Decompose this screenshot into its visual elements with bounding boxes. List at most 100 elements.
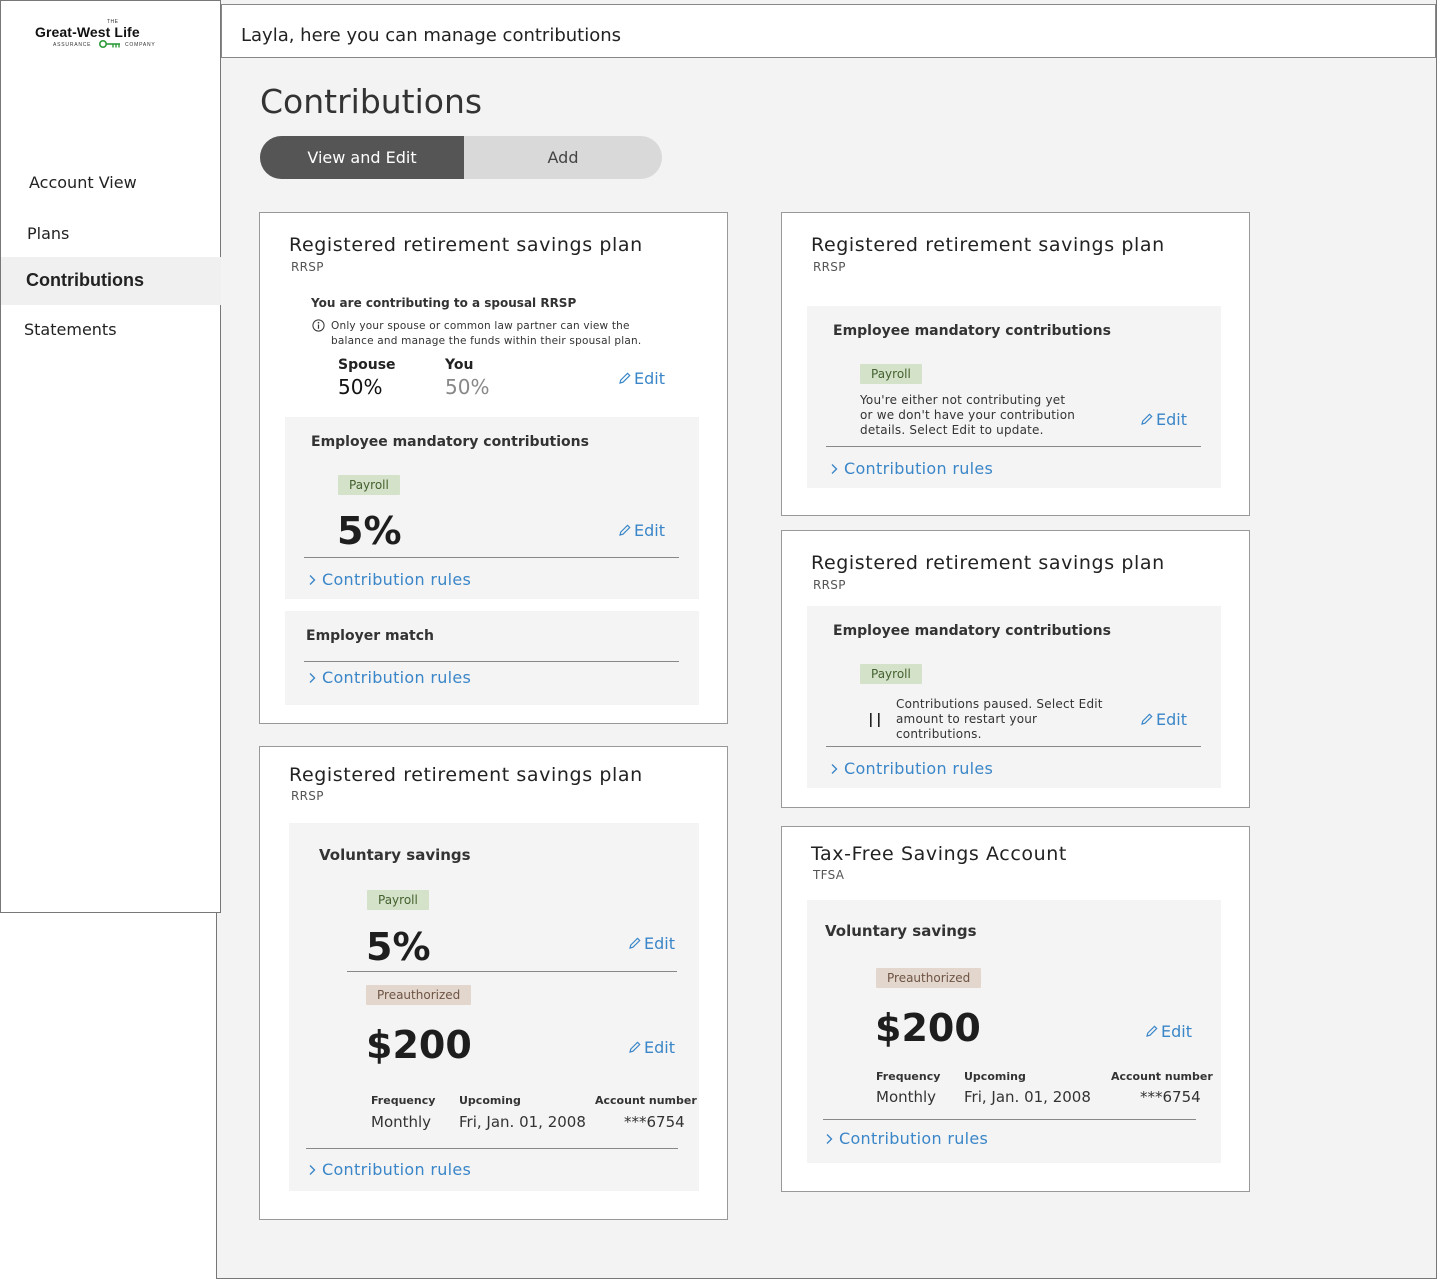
greeting-text: Layla, here you can manage contributions <box>241 25 622 46</box>
mandatory-heading: Employee mandatory contributions <box>311 434 589 450</box>
account-number-label: Account number <box>1111 1070 1213 1083</box>
pencil-icon <box>629 1041 641 1053</box>
pencil-icon <box>1146 1025 1158 1037</box>
tfsa-card: Tax-Free Savings Account TFSA Voluntary … <box>781 826 1250 1192</box>
voluntary-panel: Voluntary savings Preauthorized $200 Edi… <box>807 900 1221 1163</box>
chevron-right-icon <box>826 1134 833 1144</box>
divider <box>304 557 679 558</box>
sidebar-item-statements[interactable]: Statements <box>24 320 117 339</box>
account-number-label: Account number <box>595 1094 697 1107</box>
divider <box>826 446 1201 447</box>
edit-payroll-button[interactable]: Edit <box>628 934 675 953</box>
divider <box>823 1119 1196 1120</box>
preauthorized-value: $200 <box>366 1023 472 1067</box>
contribution-rules-link[interactable]: Contribution rules <box>830 459 993 478</box>
edit-mandatory-button[interactable]: Edit <box>1140 710 1187 729</box>
sidebar-item-account-view[interactable]: Account View <box>29 173 137 192</box>
pencil-icon <box>1141 713 1153 725</box>
account-number-value: ***6754 <box>624 1113 685 1131</box>
card-title: Registered retirement savings plan <box>811 552 1165 574</box>
chevron-right-icon <box>309 1165 316 1175</box>
pencil-icon <box>619 372 631 384</box>
sidebar-item-plans[interactable]: Plans <box>27 224 69 243</box>
voluntary-heading: Voluntary savings <box>319 846 471 864</box>
mandatory-panel: Employee mandatory contributions Payroll… <box>285 417 699 599</box>
status-note-line-1: Contributions paused. Select Edit <box>896 697 1103 711</box>
payroll-tag: Payroll <box>860 664 922 684</box>
pencil-icon <box>1141 413 1153 425</box>
status-note-line-2: or we don't have your contribution <box>860 408 1076 422</box>
rrsp-paused-card: Registered retirement savings plan RRSP … <box>781 530 1250 808</box>
card-subtitle: RRSP <box>813 260 846 274</box>
tab-add[interactable]: Add <box>464 136 662 179</box>
employer-heading: Employer match <box>306 628 434 644</box>
preauthorized-tag: Preauthorized <box>876 968 982 988</box>
divider <box>347 971 677 972</box>
main-content: Layla, here you can manage contributions… <box>216 0 1437 1279</box>
chevron-right-icon <box>309 575 316 585</box>
page-title: Contributions <box>260 82 483 121</box>
mandatory-value: 5% <box>337 509 402 553</box>
contribution-rules-link[interactable]: Contribution rules <box>830 759 993 778</box>
divider <box>304 661 679 662</box>
mandatory-heading: Employee mandatory contributions <box>833 623 1111 639</box>
edit-mandatory-button[interactable]: Edit <box>1140 410 1187 429</box>
status-note-line-3: contributions. <box>896 727 982 741</box>
card-title: Registered retirement savings plan <box>289 764 643 786</box>
frequency-value: Monthly <box>876 1088 937 1106</box>
key-icon <box>99 40 120 48</box>
account-number-value: ***6754 <box>1140 1088 1201 1106</box>
you-value: 50% <box>445 375 490 399</box>
header-bar: Layla, here you can manage contributions <box>221 4 1436 58</box>
mandatory-panel: Employee mandatory contributions Payroll… <box>807 306 1221 488</box>
card-title: Registered retirement savings plan <box>811 234 1165 256</box>
sidebar-item-label: Contributions <box>26 270 144 290</box>
sidebar-item-contributions[interactable]: Contributions <box>1 257 221 305</box>
status-note-line-2: amount to restart your <box>896 712 1038 726</box>
card-subtitle: RRSP <box>813 578 846 592</box>
contribution-rules-link[interactable]: Contribution rules <box>308 1160 471 1179</box>
card-title: Registered retirement savings plan <box>289 234 643 256</box>
employer-match-panel: Employer match Contribution rules <box>285 611 699 705</box>
upcoming-value: Fri, Jan. 01, 2008 <box>964 1088 1091 1106</box>
card-title: Tax-Free Savings Account <box>811 843 1067 865</box>
divider <box>826 746 1201 747</box>
status-note-line-3: details. Select Edit to update. <box>860 423 1044 437</box>
card-subtitle: TFSA <box>813 868 845 882</box>
frequency-value: Monthly <box>371 1113 432 1131</box>
chevron-right-icon <box>831 464 838 474</box>
contribution-rules-link[interactable]: Contribution rules <box>308 570 471 589</box>
chevron-right-icon <box>309 673 316 683</box>
edit-preauthorized-button[interactable]: Edit <box>1145 1022 1192 1041</box>
rrsp-spousal-card: Registered retirement savings plan RRSP … <box>259 212 728 724</box>
sidebar: THE Great-West Life ASSURANCE COMPANY Ac… <box>0 0 221 913</box>
brand-logo[interactable]: THE Great-West Life ASSURANCE COMPANY <box>35 19 187 53</box>
edit-mandatory-button[interactable]: Edit <box>618 521 665 540</box>
mandatory-panel: Employee mandatory contributions Payroll… <box>807 606 1221 788</box>
payroll-value: 5% <box>366 925 431 969</box>
view-toggle: View and Edit Add <box>260 136 662 179</box>
logo-assurance: ASSURANCE <box>53 42 92 48</box>
contribution-rules-link[interactable]: Contribution rules <box>308 668 471 687</box>
rrsp-not-contributing-card: Registered retirement savings plan RRSP … <box>781 212 1250 516</box>
upcoming-label: Upcoming <box>459 1094 521 1107</box>
divider <box>306 1148 678 1149</box>
payroll-tag: Payroll <box>860 364 922 384</box>
pencil-icon <box>619 524 631 536</box>
tab-view-and-edit[interactable]: View and Edit <box>260 136 464 179</box>
preauthorized-value: $200 <box>875 1006 981 1050</box>
rrsp-voluntary-card: Registered retirement savings plan RRSP … <box>259 746 728 1220</box>
card-subtitle: RRSP <box>291 260 324 274</box>
frequency-label: Frequency <box>876 1070 941 1083</box>
edit-split-button[interactable]: Edit <box>618 369 665 388</box>
voluntary-panel: Voluntary savings Payroll 5% Edit Preaut… <box>289 823 699 1191</box>
you-label: You <box>445 357 474 373</box>
spousal-note-line-1: Only your spouse or common law partner c… <box>331 320 630 332</box>
edit-preauthorized-button[interactable]: Edit <box>628 1038 675 1057</box>
chevron-right-icon <box>831 764 838 774</box>
contribution-rules-link[interactable]: Contribution rules <box>825 1129 988 1148</box>
pause-icon <box>870 713 880 727</box>
spouse-value: 50% <box>338 375 383 399</box>
pencil-icon <box>629 937 641 949</box>
upcoming-value: Fri, Jan. 01, 2008 <box>459 1113 586 1131</box>
